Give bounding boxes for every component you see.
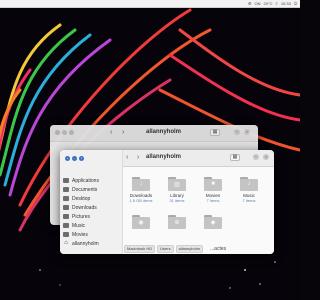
settings-icon[interactable]: ⚙ [248,1,252,6]
folder-music[interactable]: ♪ Music 7 items [231,177,267,203]
partial-label: ...actes [210,246,227,252]
camera-icon: ◉ [138,220,144,226]
pictures-icon [63,214,69,219]
weather-readout[interactable]: 20°C [264,1,273,6]
folder-public[interactable]: ⊕ [159,215,195,229]
applications-icon [63,178,69,183]
sidebar: + − × Applications Documents Desktop Downl… [60,150,123,254]
folder-icon: ◉ [132,215,150,229]
sidebar-item-pictures[interactable]: Pictures [63,212,99,221]
breadcrumb-disk[interactable]: Macintosh HD [124,245,156,253]
sidebar-item-documents[interactable]: Documents [63,185,99,194]
breadcrumb-users[interactable]: Users [157,245,174,253]
folder-icon: ◆ [204,215,222,229]
power-icon[interactable]: ⏻ [294,1,297,6]
window-title: allannyholm [146,129,182,135]
folder-pictures[interactable]: ◉ [123,215,159,229]
home-icon: ⌂ [64,240,68,246]
sidebar-item-label: Movies [72,231,88,238]
folder-icon: ▥ [168,177,186,191]
sidebar-item-applications[interactable]: Applications [63,176,99,185]
downloads-icon: ↓ [139,181,143,187]
titlebar[interactable]: ‹ › allannyholm ▦ − × [123,150,274,167]
sidebar-item-home[interactable]: ⌂ allannyholm [63,239,99,248]
sidebar-item-label: allannyholm [72,240,99,247]
sidebar-item-label: Pictures [72,213,91,220]
clock[interactable]: 10:33 [281,1,291,6]
sidebar-item-label: Downloads [72,204,97,211]
folder-downloads[interactable]: ↓ Downloads 1.5 GB items [123,177,159,203]
folder-icon: ■ [204,177,222,191]
minimize-icon[interactable]: − [234,129,240,135]
folder-icon: ⊕ [168,215,186,229]
view-toggle-button[interactable]: ▦ [210,129,220,136]
close-icon[interactable]: × [244,129,250,135]
library-icon: ▥ [174,182,180,188]
file-size: 7 items [242,198,256,203]
window-title: allannyholm [146,154,182,160]
folder-icon: ↓ [132,177,150,191]
path-bar: Macintosh HD Users allannyholm [124,245,203,253]
music-icon: ♪ [247,181,251,187]
minimize-icon[interactable]: − [253,154,259,160]
public-icon: ⊕ [174,220,180,226]
view-toggle-button[interactable]: ▦ [230,154,240,161]
folder-movies[interactable]: ■ Movies 7 items [195,177,231,203]
folder-other[interactable]: ◆ [195,215,231,229]
folder-glyph-icon: ◆ [210,220,216,226]
desktop-icon [63,196,69,201]
movies-icon: ■ [211,181,215,187]
finder-window-front[interactable]: + − × Applications Documents Desktop Downl… [60,150,274,254]
back-arrow-icon[interactable]: ‹ [110,128,112,137]
forward-arrow-icon[interactable]: › [122,128,124,137]
window-controls[interactable]: + − × [65,156,84,161]
file-size: 7 items [206,198,220,203]
music-icon [63,223,69,228]
breadcrumb-home[interactable]: allannyholm [175,245,203,253]
movies-icon [63,232,69,237]
menu-bar: ⚙ ON 20°C ≡ 10:33 ⏻ [0,0,300,8]
sidebar-item-label: Documents [72,186,98,193]
close-icon[interactable]: × [263,154,269,160]
window-controls[interactable] [55,130,74,135]
file-size: 31 items [169,198,185,203]
file-size: 1.5 GB items [129,198,153,203]
sidebar-item-label: Applications [72,177,99,184]
sidebar-item-music[interactable]: Music [63,221,99,230]
back-arrow-icon[interactable]: ‹ [126,153,128,162]
sidebar-item-desktop[interactable]: Desktop [63,194,99,203]
downloads-icon [63,205,69,210]
forward-arrow-icon[interactable]: › [137,153,139,162]
sidebar-item-downloads[interactable]: Downloads [63,203,99,212]
status-toggle[interactable]: ON [255,1,261,6]
titlebar[interactable]: ‹ › allannyholm ▦ − × [50,125,258,142]
sidebar-item-label: Music [72,222,86,229]
sidebar-item-movies[interactable]: Movies [63,230,99,239]
folder-library[interactable]: ▥ Library 31 items [159,177,195,203]
documents-icon [63,187,69,192]
sidebar-item-label: Desktop [72,195,91,202]
menu-icon[interactable]: ≡ [275,1,277,6]
file-grid-area: ↓ Downloads 1.5 GB items ▥ Library 31 it… [123,167,274,254]
folder-icon: ♪ [240,177,258,191]
